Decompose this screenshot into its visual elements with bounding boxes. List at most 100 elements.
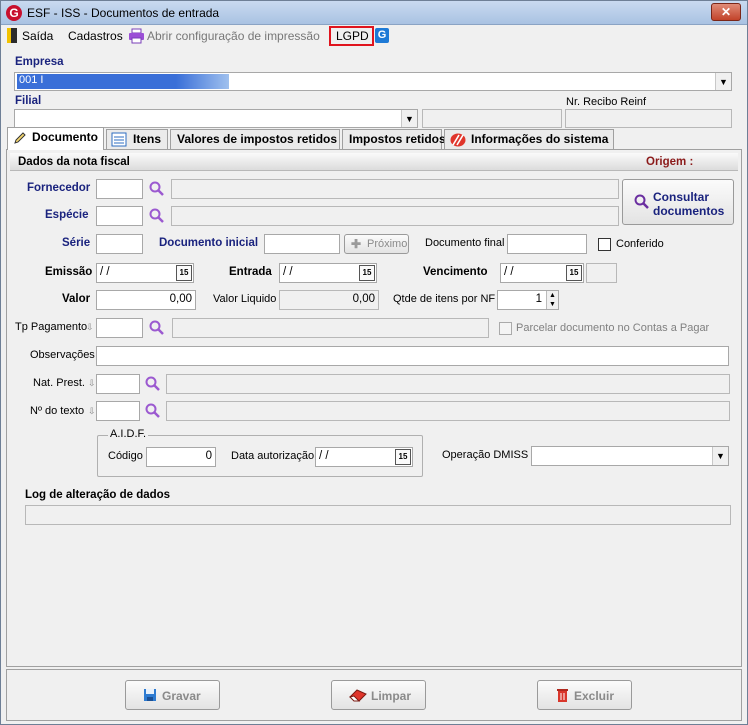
filial-select[interactable]: ▼ xyxy=(14,109,418,128)
fornecedor-code-input[interactable] xyxy=(96,179,143,199)
section-header: Dados da nota fiscal Origem : xyxy=(10,153,738,171)
doc-inicial-label: Documento inicial xyxy=(159,237,259,249)
tab-valores-impostos-label: Valores de impostos retidos xyxy=(177,132,338,146)
clear-button[interactable]: Limpar xyxy=(331,680,426,710)
chevron-down-icon[interactable]: ▼ xyxy=(712,447,728,465)
vencimento-date-input[interactable]: / / 15 xyxy=(500,263,584,283)
menu-registers[interactable]: Cadastros xyxy=(68,29,123,43)
codigo-label: Código xyxy=(108,450,143,462)
arrow-down-icon: ⇩ xyxy=(86,322,94,332)
search-icon[interactable] xyxy=(148,319,166,337)
n-texto-label: Nº do texto xyxy=(30,405,85,417)
action-bar: Gravar Limpar Excluir xyxy=(6,669,742,721)
n-texto-desc-field xyxy=(166,401,730,421)
parcelar-checkbox[interactable] xyxy=(499,322,512,335)
empresa-label: Empresa xyxy=(15,56,64,68)
consultar-label-2: documentos xyxy=(653,204,725,218)
conferido-label: Conferido xyxy=(616,238,664,250)
search-icon[interactable] xyxy=(148,180,166,198)
trash-icon xyxy=(557,689,568,702)
doc-inicial-input[interactable] xyxy=(264,234,340,254)
search-icon[interactable] xyxy=(144,402,162,420)
operacao-dmiss-select[interactable]: ▼ xyxy=(531,446,729,466)
vencimento-label: Vencimento xyxy=(423,266,488,278)
calendar-icon[interactable]: 15 xyxy=(566,265,582,281)
valor-liquido-label: Valor Liquido xyxy=(213,293,277,305)
valor-input[interactable]: 0,00 xyxy=(96,290,196,310)
calendar-icon[interactable]: 15 xyxy=(395,449,411,465)
emissao-date-input[interactable]: / / 15 xyxy=(96,263,194,283)
consultar-label-1: Consultar xyxy=(653,190,710,204)
operacao-dmiss-label: Operação DMISS xyxy=(442,449,529,461)
tab-itens-label: Itens xyxy=(133,132,162,146)
menu-print-config[interactable]: Abrir configuração de impressão xyxy=(147,29,320,43)
tp-pagamento-desc-field xyxy=(172,318,489,338)
entrada-date-input[interactable]: / / 15 xyxy=(279,263,377,283)
aidf-groupbox: A.I.D.F. Código 0 Data autorização / / 1… xyxy=(97,428,423,477)
doc-final-input[interactable] xyxy=(507,234,587,254)
codigo-input[interactable]: 0 xyxy=(146,447,216,467)
emissao-value: / / xyxy=(100,266,110,278)
parcelar-label: Parcelar documento no Contas a Pagar xyxy=(516,322,710,334)
filial-label: Filial xyxy=(15,95,42,107)
chevron-down-icon[interactable]: ▼ xyxy=(715,73,731,90)
calendar-icon[interactable]: 15 xyxy=(176,265,192,281)
calendar-icon[interactable]: 15 xyxy=(359,265,375,281)
entrada-label: Entrada xyxy=(229,266,272,278)
qtde-spinner[interactable]: 1 ▲ ▼ xyxy=(497,290,559,310)
serie-input[interactable] xyxy=(96,234,143,254)
data-autorizacao-input[interactable]: / / 15 xyxy=(315,447,413,467)
menu-lgpd[interactable]: LGPD xyxy=(336,29,369,43)
log-field xyxy=(25,505,731,525)
filial-description-field xyxy=(422,109,562,128)
pencil-icon xyxy=(14,132,26,144)
chevron-down-icon[interactable]: ▼ xyxy=(401,110,417,127)
list-icon xyxy=(111,132,127,147)
nat-prest-desc-field xyxy=(166,374,730,394)
nat-prest-label: Nat. Prest. xyxy=(33,377,85,389)
clear-label: Limpar xyxy=(371,689,412,703)
origem-label: Origem : xyxy=(646,156,694,168)
spinner-arrows-icon[interactable]: ▲ ▼ xyxy=(546,291,558,309)
observacoes-input[interactable] xyxy=(96,346,729,366)
search-icon xyxy=(634,194,649,209)
tab-valores-impostos[interactable]: Valores de impostos retidos xyxy=(170,129,340,149)
fornecedor-label: Fornecedor xyxy=(27,182,91,194)
valor-liquido-field: 0,00 xyxy=(279,290,379,310)
empresa-select[interactable]: 001 I ▼ xyxy=(14,72,732,91)
search-icon[interactable] xyxy=(148,207,166,225)
exit-icon xyxy=(7,28,17,43)
observacoes-label: Observações xyxy=(30,349,95,361)
consultar-documentos-button[interactable]: Consultar documentos xyxy=(622,179,734,225)
menu-exit[interactable]: Saída xyxy=(22,29,53,43)
recibo-reinf-label: Nr. Recibo Reinf xyxy=(566,96,647,108)
tp-pagamento-input[interactable] xyxy=(96,318,143,338)
save-button[interactable]: Gravar xyxy=(125,680,220,710)
conferido-checkbox[interactable] xyxy=(598,238,611,251)
brand-g-icon[interactable]: G xyxy=(375,28,389,43)
especie-label: Espécie xyxy=(45,209,89,221)
tab-impostos-retidos[interactable]: Impostos retidos xyxy=(342,129,446,149)
nat-prest-input[interactable] xyxy=(96,374,140,394)
delete-button[interactable]: Excluir xyxy=(537,680,632,710)
recibo-reinf-field xyxy=(565,109,732,128)
proximo-button[interactable]: ✚ Próximo xyxy=(344,234,409,254)
tp-pagamento-label: Tp Pagamento xyxy=(15,321,88,333)
entrada-value: / / xyxy=(283,266,293,278)
tab-documento[interactable]: Documento xyxy=(7,127,104,150)
tab-informacoes-sistema-label: Informações do sistema xyxy=(471,132,609,146)
fornecedor-name-field xyxy=(171,179,619,199)
close-button[interactable]: ✕ xyxy=(711,3,741,21)
app-window: G ESF - ISS - Documentos de entrada ✕ Sa… xyxy=(0,0,748,725)
search-icon[interactable] xyxy=(144,375,162,393)
documento-panel: Dados da nota fiscal Origem : Fornecedor… xyxy=(6,149,742,667)
title-bar: G ESF - ISS - Documentos de entrada ✕ xyxy=(1,1,747,25)
especie-code-input[interactable] xyxy=(96,206,143,226)
empresa-value: 001 I xyxy=(19,74,44,86)
n-texto-input[interactable] xyxy=(96,401,140,421)
qtde-label: Qtde de itens por NF xyxy=(393,293,496,305)
vencimento-value: / / xyxy=(504,266,514,278)
tab-informacoes-sistema[interactable]: Informações do sistema xyxy=(444,129,614,149)
arrow-down-icon: ⇩ xyxy=(88,378,96,388)
tab-itens[interactable]: Itens xyxy=(106,129,168,149)
